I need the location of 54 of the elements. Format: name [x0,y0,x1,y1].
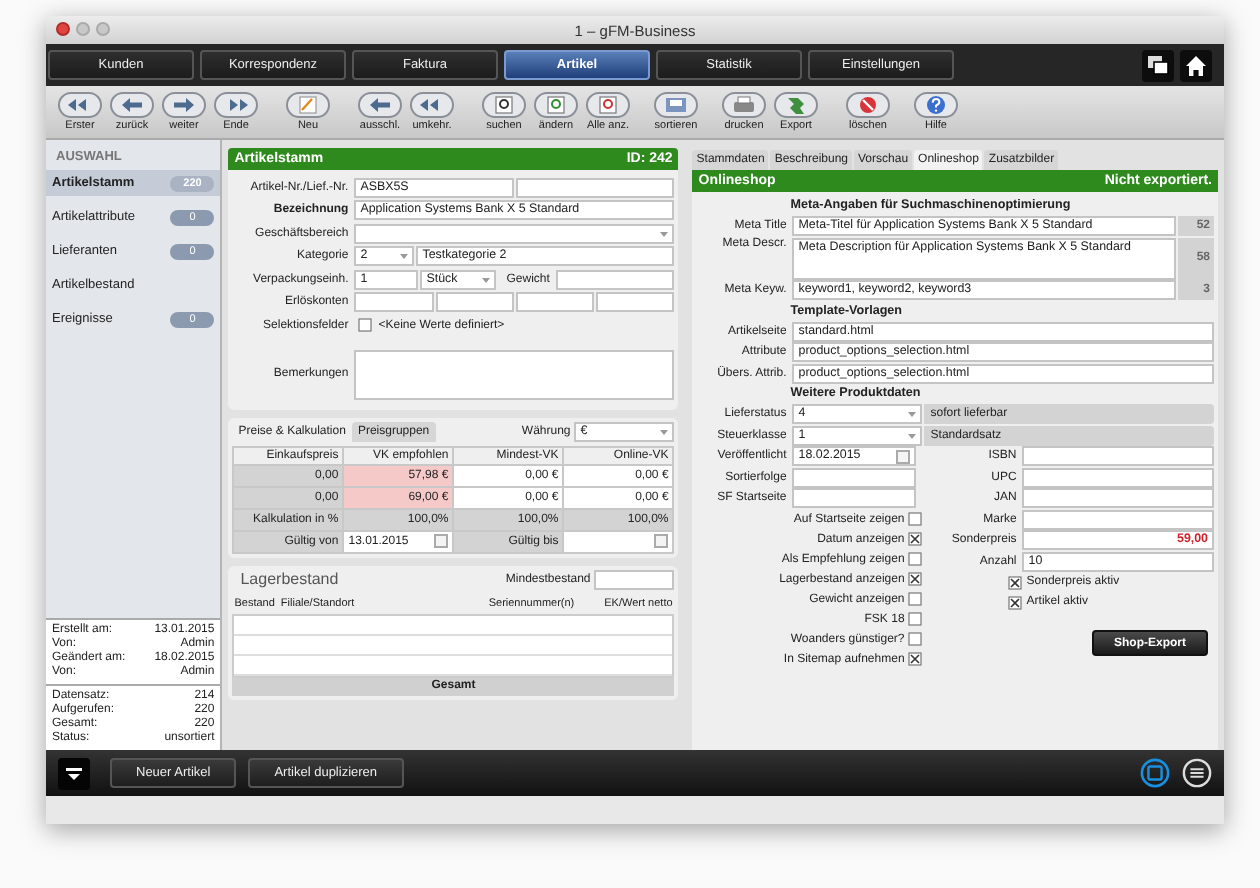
list-icon[interactable] [1182,758,1212,788]
checkbox[interactable] [908,612,923,626]
pencil-icon [286,92,330,118]
select-field[interactable] [354,223,675,243]
arrow-left-icon [358,92,402,118]
text-field[interactable] [435,292,514,312]
text-field[interactable] [596,292,675,312]
window-icon [654,92,698,118]
text-area[interactable] [354,349,675,399]
caret-icon [660,427,669,435]
section-title: Lagerbestand [238,570,339,588]
caret-icon [908,431,917,439]
text-field[interactable] [555,269,675,289]
checkbox[interactable] [358,318,373,332]
help-icon [914,92,958,118]
window-icon[interactable] [1140,758,1170,788]
minimize-button[interactable] [76,22,90,36]
calendar-icon [434,534,449,548]
close-button[interactable] [56,22,70,36]
arrow-left-icon [110,92,154,118]
caret-icon [660,229,669,237]
checkbox[interactable] [908,572,923,586]
text-field[interactable] [792,467,917,487]
arrow-right-icon [162,92,206,118]
text-field[interactable] [354,292,433,312]
export-icon [774,92,818,118]
checkbox[interactable] [908,592,923,606]
checkbox[interactable] [1008,595,1023,609]
calendar-icon [896,449,911,463]
checkbox[interactable] [908,512,923,526]
text-field[interactable] [792,488,917,508]
text-field[interactable] [516,177,675,197]
caret-icon [908,410,917,418]
windows-icon[interactable] [1142,49,1174,81]
home-icon[interactable] [1180,49,1212,81]
checkbox[interactable] [908,632,923,646]
text-field[interactable] [1022,509,1214,529]
text-field[interactable] [594,569,675,589]
menu-icon[interactable] [58,757,90,789]
checkbox[interactable] [1008,575,1023,589]
checkbox[interactable] [908,552,923,566]
stop-icon [846,92,890,118]
text-field[interactable] [1022,488,1214,508]
zoom-button[interactable] [96,22,110,36]
text-field[interactable] [1022,446,1214,466]
caret-icon [482,275,491,283]
text-field[interactable] [515,292,595,312]
calendar-icon [654,534,669,548]
text-field[interactable] [1022,467,1214,487]
checkbox[interactable] [908,652,923,666]
caret-icon [400,252,409,260]
date-field[interactable] [564,531,673,551]
printer-icon [722,92,766,118]
checkbox[interactable] [908,532,923,546]
